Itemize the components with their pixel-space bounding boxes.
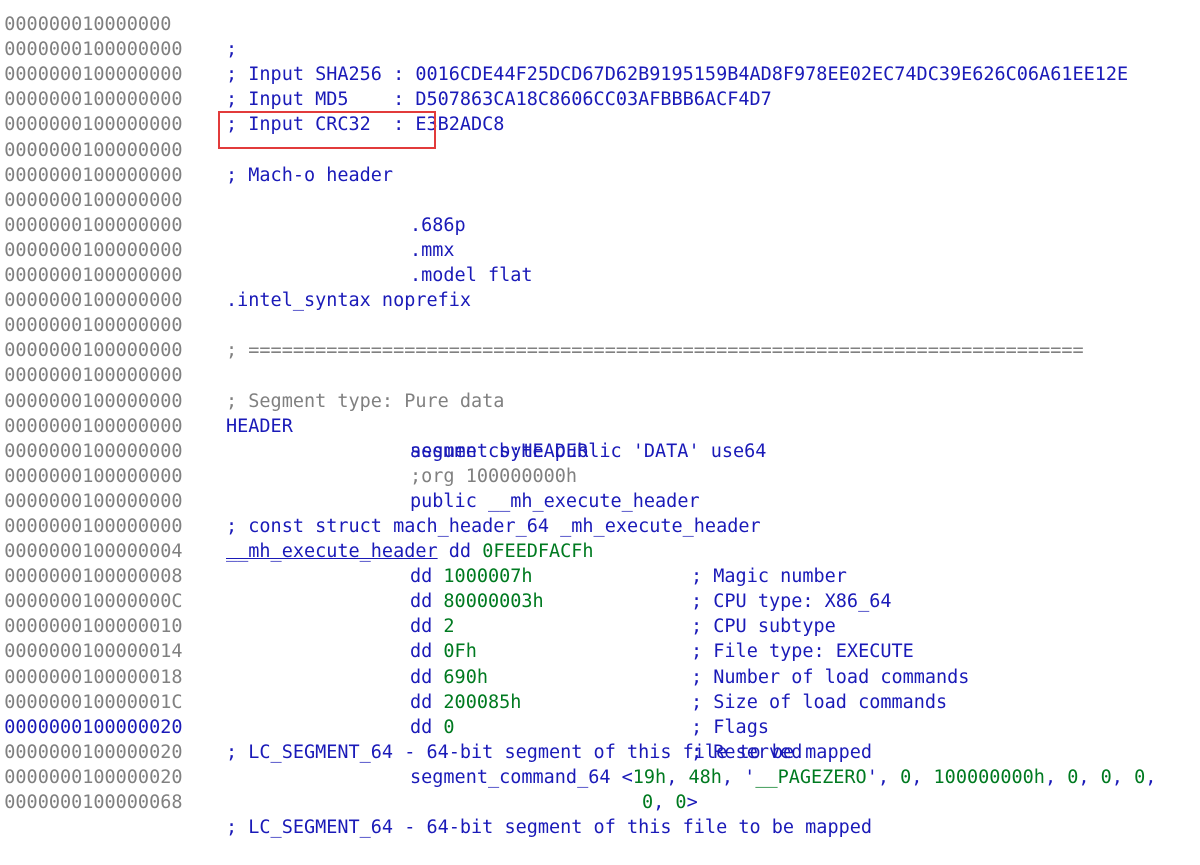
load-command-comment: ; LC_SEGMENT_64 - 64-bit segment of this… — [226, 817, 873, 839]
listing-line[interactable]: R:000000010000000C dd 2 ; File type: EXE… — [0, 564, 1200, 662]
listing-line[interactable]: R:0000000100000000 ; ===================… — [0, 288, 1200, 361]
listing-line[interactable]: R:0000000100000068 ; LC_SEGMENT_64 - 64-… — [0, 765, 1200, 838]
listing-line[interactable]: R:0000000100000010 dd 0Fh ; Number of lo… — [0, 589, 1200, 687]
listing-line[interactable]: R:0000000100000000 — [0, 263, 1200, 311]
listing-line[interactable]: R:0000000100000020 0, 0> — [0, 740, 1200, 813]
listing-line[interactable]: R:0000000100000000 HEADER segment byte p… — [0, 363, 1200, 462]
listing-line[interactable]: R:0000000100000020 segment_command_64 <1… — [0, 715, 1200, 788]
listing-line[interactable]: R:0000000100000000 ;org 100000000h — [0, 414, 1200, 487]
listing-line-current[interactable]: R:0000000100000020 ; LC_SEGMENT_64 - 64-… — [0, 690, 1200, 763]
listing-line[interactable]: R:0000000100000004 dd 1000007h ; CPU typ… — [0, 514, 1200, 612]
listing-line[interactable]: R:0000000100000000 .model flat — [0, 213, 1200, 286]
listing-line[interactable]: R:0000000100000000 .mmx — [0, 188, 1200, 261]
listing-line[interactable]: R:0000000100000000 __mh_execute_header d… — [0, 489, 1200, 587]
listing-line[interactable]: R:0000000100000000 .686p — [0, 163, 1200, 236]
listing-line[interactable]: R:0000000100000000 ; Input SHA256 : 0016… — [0, 12, 1200, 85]
disassembly-listing[interactable]: R:000000010000000 ; R:0000000100000000 ;… — [0, 0, 1200, 838]
listing-line[interactable]: R:0000000100000000 — [0, 87, 1200, 135]
listing-line[interactable]: R:0000000100000008 dd 80000003h ; CPU su… — [0, 539, 1200, 637]
listing-line[interactable]: R:0000000100000000 ; Input MD5 : D507863… — [0, 37, 1200, 110]
listing-line[interactable]: R:0000000100000000 — [0, 138, 1200, 186]
listing-line[interactable]: R:000000010000000 ; — [0, 0, 1200, 60]
listing-line[interactable]: R:0000000100000000 ; const struct mach_h… — [0, 464, 1200, 537]
listing-line[interactable]: R:0000000100000000 ; Mach-o header — [0, 112, 1200, 186]
listing-line[interactable]: R:000000010000001C dd 0 ; Reserved — [0, 665, 1200, 763]
listing-line[interactable]: R:0000000100000000 ; Input CRC32 : E3B2A… — [0, 62, 1200, 135]
listing-line[interactable]: R:0000000100000000 assume cs:HEADER — [0, 389, 1200, 462]
address-label[interactable]: R:0000000100000068 — [0, 790, 183, 815]
listing-line[interactable]: R:0000000100000000 public __mh_execute_h… — [0, 439, 1200, 512]
listing-line[interactable]: R:0000000100000000 — [0, 313, 1200, 361]
listing-line[interactable]: R:0000000100000014 dd 690h ; Size of loa… — [0, 614, 1200, 712]
listing-line[interactable]: R:0000000100000000 .intel_syntax noprefi… — [0, 238, 1200, 311]
listing-line[interactable]: R:0000000100000000 ; Segment type: Pure … — [0, 338, 1200, 411]
listing-line[interactable]: R:0000000100000018 dd 200085h ; Flags — [0, 639, 1200, 738]
